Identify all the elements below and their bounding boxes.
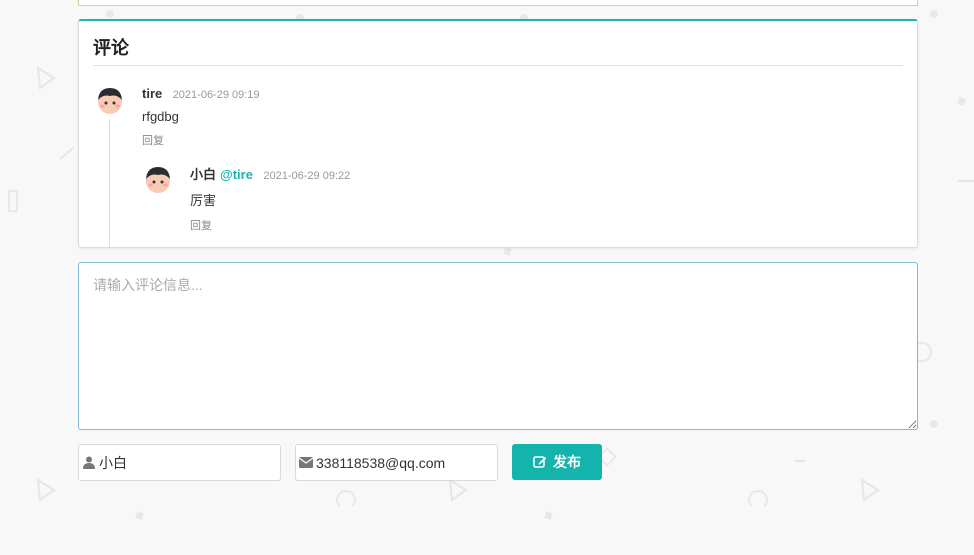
comments-panel: 评论 tire 2021-06-29 09:19 rfgdbg 回复 小白 @t… [78, 19, 918, 248]
reply-text: 厉害 [190, 193, 217, 208]
envelope-icon [296, 457, 316, 468]
reply-link[interactable]: 回复 [142, 132, 842, 148]
comment-text: rfgdbg [142, 109, 179, 124]
publish-label: 发布 [553, 454, 581, 470]
comment-textarea[interactable] [78, 262, 918, 430]
comment-date: 2021-06-29 09:19 [172, 89, 260, 101]
reply-link[interactable]: 回复 [190, 217, 840, 233]
email-field [295, 444, 498, 481]
previous-panel-edge [78, 0, 918, 6]
avatar [98, 88, 122, 114]
thread-line [109, 119, 110, 247]
reply-author[interactable]: 小白 [190, 167, 216, 182]
edit-icon [533, 456, 547, 468]
avatar [146, 167, 170, 193]
reply-mention[interactable]: @tire [220, 167, 253, 182]
publish-button[interactable]: 发布 [512, 444, 602, 480]
comments-title: 评论 [93, 34, 903, 66]
email-input[interactable] [316, 445, 497, 480]
reply-date: 2021-06-29 09:22 [263, 170, 351, 182]
name-input[interactable] [99, 445, 280, 480]
comment-author[interactable]: tire [142, 86, 162, 101]
name-field [78, 444, 281, 481]
user-icon [79, 456, 99, 469]
